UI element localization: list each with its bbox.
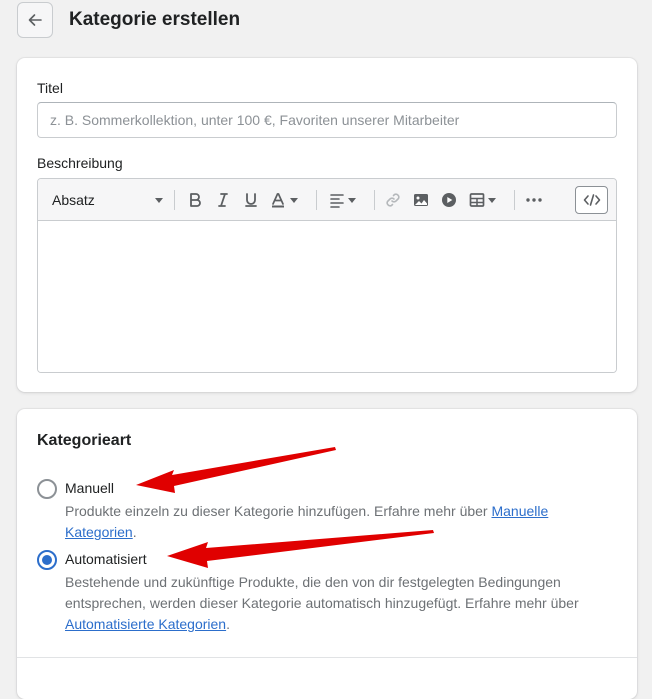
- toolbar-separator: [316, 190, 317, 210]
- page-header: Kategorie erstellen: [17, 2, 240, 38]
- bold-icon: [190, 193, 201, 207]
- bold-button[interactable]: [184, 179, 206, 221]
- category-type-card: Kategorieart Manuell Produkte einzeln zu…: [17, 409, 637, 699]
- paragraph-format-select[interactable]: Absatz: [52, 179, 164, 221]
- help-suffix: .: [132, 524, 137, 540]
- table-icon: [469, 193, 496, 207]
- option-label-manual[interactable]: Manuell: [65, 480, 114, 496]
- image-button[interactable]: [410, 179, 432, 221]
- format-select-value: Absatz: [52, 192, 95, 208]
- italic-button[interactable]: [212, 179, 234, 221]
- image-icon: [414, 194, 428, 206]
- align-left-icon: [330, 194, 356, 208]
- align-button[interactable]: [326, 179, 362, 221]
- help-text: Produkte einzeln zu dieser Kategorie hin…: [65, 503, 492, 519]
- title-input[interactable]: [37, 102, 617, 138]
- category-type-title: Kategorieart: [37, 432, 132, 449]
- toolbar-separator: [174, 190, 175, 210]
- card-divider: [17, 657, 637, 658]
- arrow-left-icon: [28, 14, 42, 26]
- help-suffix: .: [226, 616, 230, 632]
- video-icon: [442, 193, 456, 207]
- text-color-icon: [272, 193, 298, 208]
- toolbar-separator: [374, 190, 375, 210]
- link-icon: [386, 193, 400, 207]
- toolbar-separator: [514, 190, 515, 210]
- details-card: Titel Beschreibung Absatz: [17, 58, 637, 392]
- help-text-automatic: Bestehende und zukünftige Produkte, die …: [65, 572, 605, 635]
- help-text-manual: Produkte einzeln zu dieser Kategorie hin…: [65, 501, 605, 543]
- link-button[interactable]: [382, 179, 404, 221]
- more-icon: [526, 198, 542, 202]
- description-editor-area[interactable]: [38, 221, 616, 372]
- option-label-automatic[interactable]: Automatisiert: [65, 551, 147, 567]
- code-icon: [583, 194, 600, 206]
- back-button[interactable]: [17, 2, 53, 38]
- description-label: Beschreibung: [37, 155, 123, 171]
- video-button[interactable]: [438, 179, 460, 221]
- page-title: Kategorie erstellen: [69, 9, 241, 30]
- radio-manual[interactable]: [37, 479, 57, 499]
- title-label: Titel: [37, 80, 63, 96]
- underline-icon: [245, 193, 257, 207]
- caret-down-icon: [155, 198, 163, 203]
- html-code-button[interactable]: [575, 186, 608, 214]
- underline-button[interactable]: [240, 179, 262, 221]
- radio-automatic[interactable]: [37, 550, 57, 570]
- text-color-button[interactable]: [268, 179, 304, 221]
- italic-icon: [218, 193, 228, 207]
- help-text: Bestehende und zukünftige Produkte, die …: [65, 574, 579, 611]
- editor-toolbar: Absatz: [38, 179, 616, 221]
- rich-text-editor: Absatz: [37, 178, 617, 373]
- more-button[interactable]: [522, 179, 546, 221]
- automatic-categories-link[interactable]: Automatisierte Kategorien: [65, 616, 226, 632]
- table-button[interactable]: [466, 179, 502, 221]
